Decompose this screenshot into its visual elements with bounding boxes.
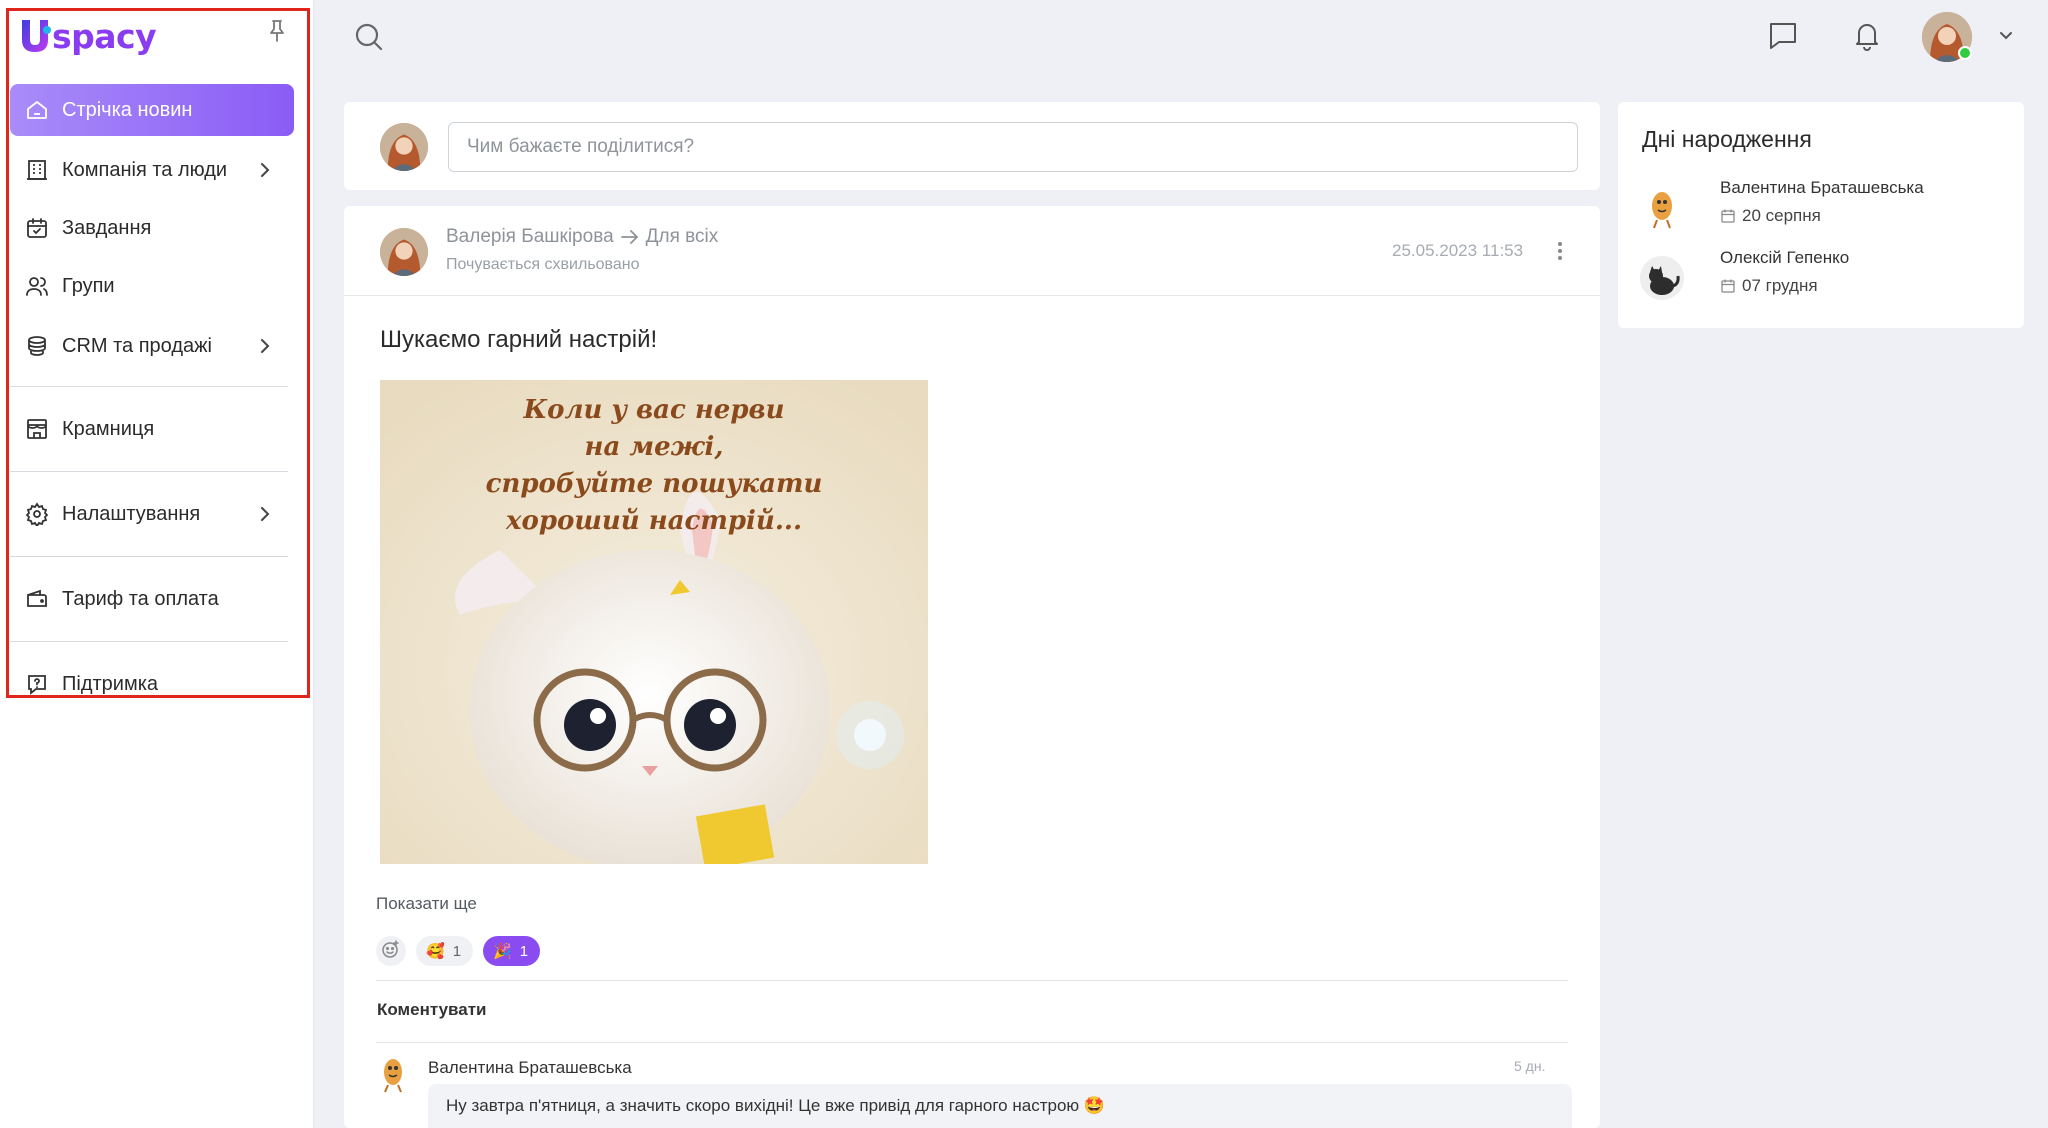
online-status-dot [1958, 46, 1972, 60]
image-text-line: хороший настрій... [506, 506, 802, 536]
post-audience[interactable]: Для всіх [646, 226, 719, 248]
chevron-down-icon[interactable] [1996, 26, 2016, 46]
show-more-link[interactable]: Показати ще [376, 894, 477, 914]
reaction-chip[interactable]: 🥰 1 [416, 936, 474, 966]
comment-author[interactable]: Валентина Браташевська [428, 1058, 632, 1078]
birthday-name: Олексій Гепенко [1720, 248, 1850, 267]
reaction-chip-active[interactable]: 🎉 1 [483, 936, 541, 966]
avatar [1640, 186, 1684, 230]
share-input[interactable]: Чим бажаєте поділитися? [448, 122, 1578, 172]
birthday-name: Валентина Браташевська [1720, 178, 1924, 197]
birthday-date-text: 20 серпня [1742, 206, 1821, 225]
post-header: Валерія Башкірова Для всіх Почувається с… [344, 206, 1600, 296]
calendar-icon [1720, 208, 1736, 224]
commenter-avatar[interactable] [376, 1054, 410, 1094]
smile-plus-icon [381, 939, 401, 964]
chat-icon[interactable] [1766, 20, 1800, 52]
highlight-frame [6, 8, 310, 698]
post-title: Шукаємо гарний настрій! [380, 326, 658, 353]
post-date: 25.05.2023 11:53 [1392, 241, 1524, 260]
add-reaction-button[interactable] [376, 936, 406, 966]
comment-button[interactable]: Коментувати [377, 1000, 487, 1020]
birthdays-title: Дні народження [1642, 126, 1812, 152]
reaction-emoji: 🎉 [493, 943, 512, 960]
image-text-line: на межі, [584, 432, 724, 462]
post-mood: Почувається схвильовано [446, 256, 640, 273]
more-options-icon[interactable] [1556, 240, 1564, 262]
birthday-item[interactable]: Олексій Гепенко 07 грудня [1640, 248, 2020, 308]
post-composer: Чим бажаєте поділитися? [344, 102, 1600, 190]
post-author-line: Валерія Башкірова Для всіх [446, 226, 718, 248]
avatar [380, 123, 428, 171]
reaction-count: 1 [519, 942, 529, 960]
image-caption: Коли у вас нерви на межі, спробуйте пошу… [380, 392, 928, 540]
bell-icon[interactable] [1850, 18, 1884, 52]
calendar-icon [1720, 278, 1736, 294]
comment-time: 5 дн. [1514, 1058, 1546, 1074]
author-avatar[interactable] [380, 228, 428, 276]
birthday-date-text: 07 грудня [1742, 276, 1818, 295]
comment-text: Ну завтра п'ятниця, а значить скоро вихі… [446, 1096, 1106, 1115]
sidebar: spacy Стрічка новин Компанія та люди Зав… [0, 0, 314, 1128]
reactions-bar: 🥰 1 🎉 1 [376, 936, 541, 966]
feed-post: Валерія Башкірова Для всіх Почувається с… [344, 206, 1600, 1128]
birthday-item[interactable]: Валентина Браташевська 20 серпня [1640, 178, 2020, 238]
reaction-emoji: 🥰 [426, 943, 445, 960]
birthdays-widget: Дні народження Валентина Браташевська 20… [1618, 102, 2024, 328]
comment-bubble: Ну завтра п'ятниця, а значить скоро вихі… [428, 1084, 1572, 1128]
arrow-right-icon [620, 229, 640, 245]
divider [376, 1042, 1568, 1043]
avatar [1640, 256, 1684, 300]
post-author[interactable]: Валерія Башкірова [446, 226, 614, 248]
search-icon[interactable] [352, 20, 386, 54]
image-text-line: Коли у вас нерви [523, 395, 785, 425]
divider [376, 980, 1568, 981]
post-image[interactable]: Коли у вас нерви на межі, спробуйте пошу… [380, 380, 928, 864]
birthday-date: 07 грудня [1720, 276, 1818, 296]
image-text-line: спробуйте пошукати [485, 469, 823, 499]
reaction-count: 1 [452, 942, 462, 960]
birthday-date: 20 серпня [1720, 206, 1821, 226]
